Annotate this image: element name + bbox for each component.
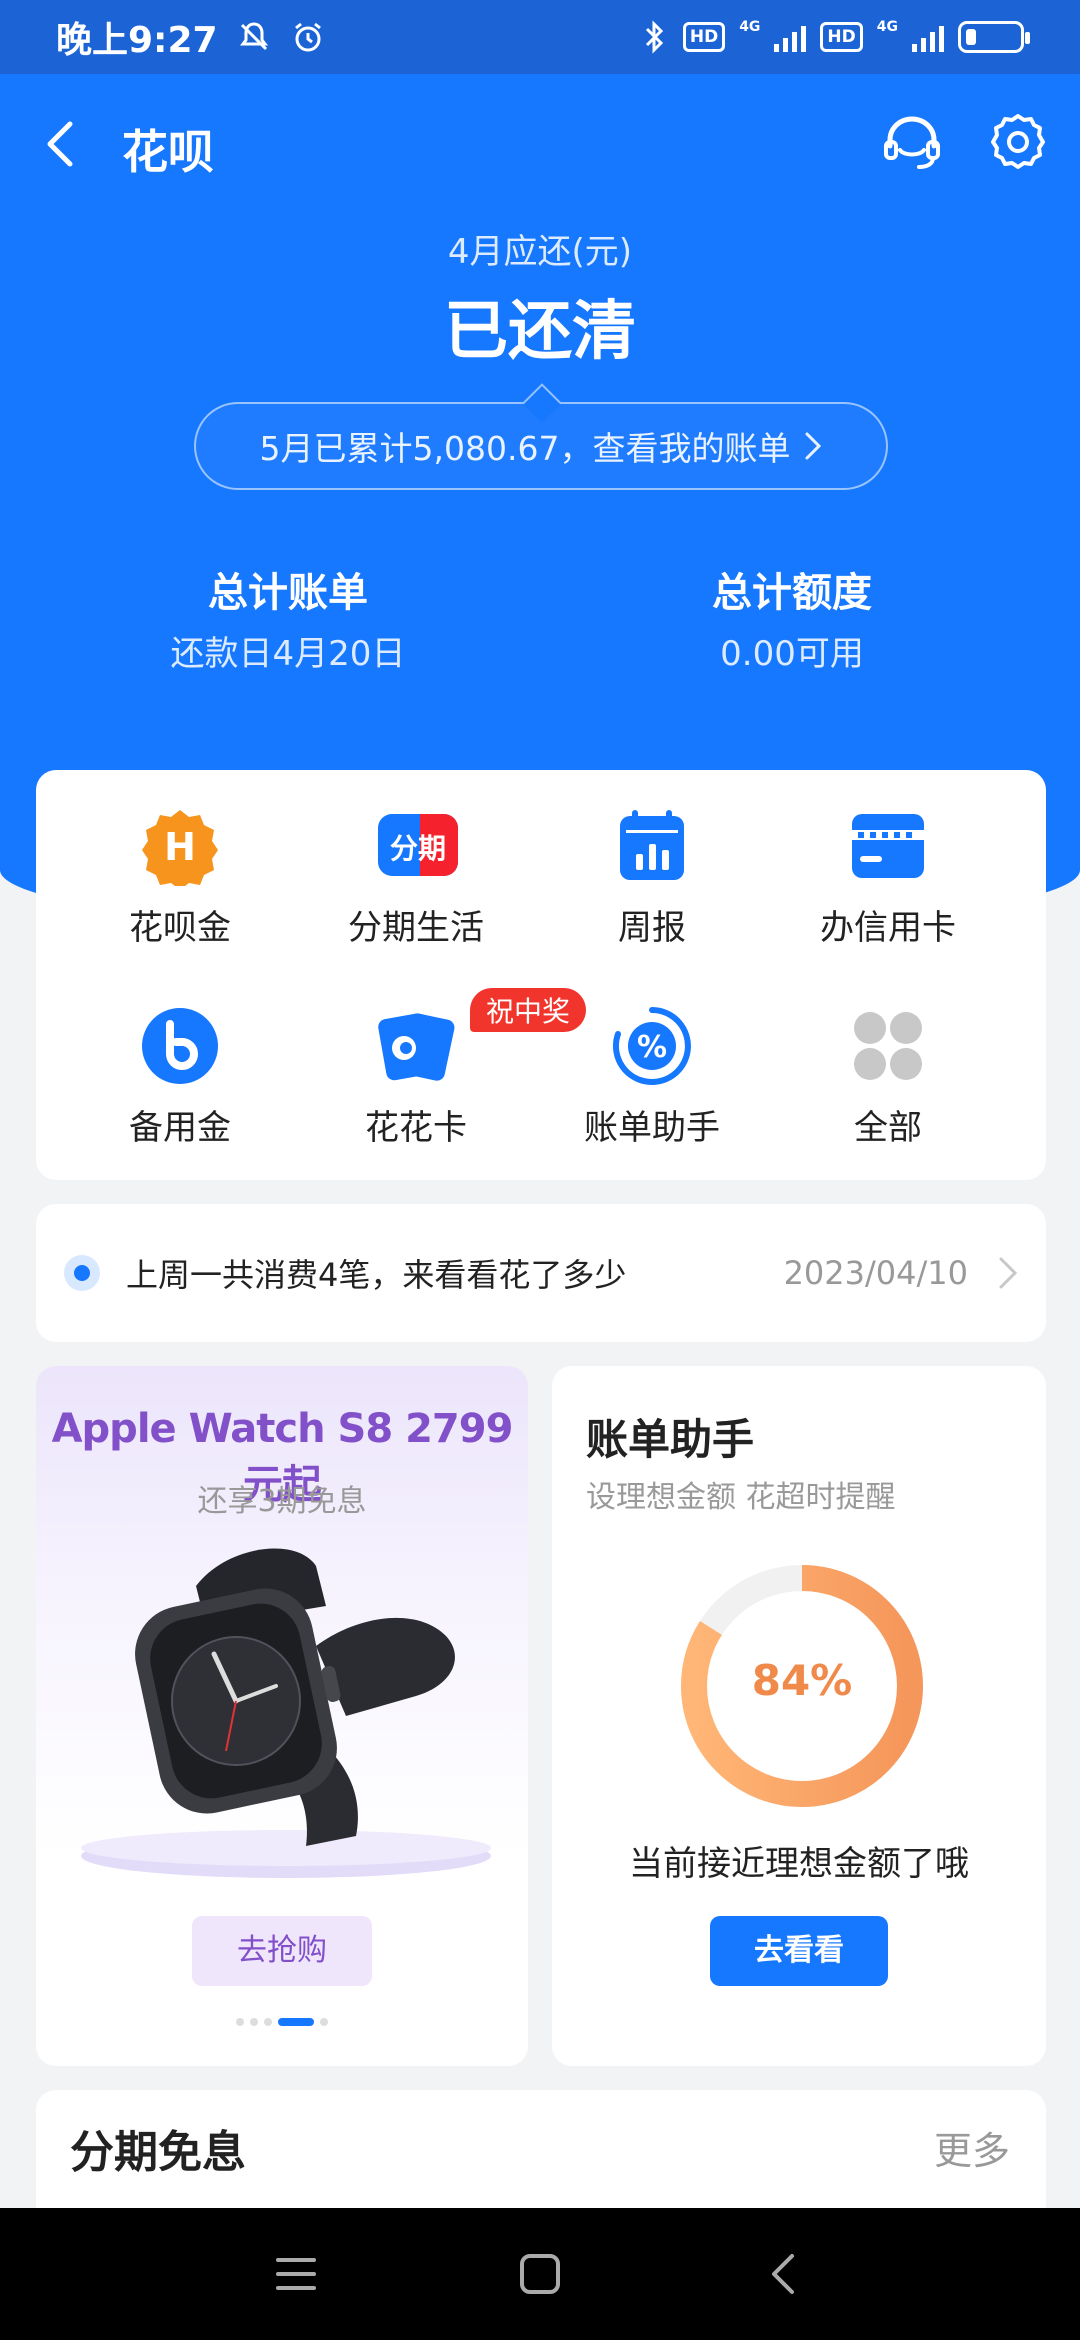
grid-label: 周报: [618, 908, 686, 948]
svg-text:H: H: [164, 825, 196, 869]
reserve-fund-icon: [142, 1008, 218, 1084]
helper-subtitle: 设理想金额 花超时提醒: [586, 1480, 896, 1515]
grid-label: 分期生活: [348, 908, 484, 948]
weekly-date: 2023/04/10: [783, 1254, 968, 1292]
total-bill-title: 总计账单: [208, 570, 368, 616]
bill-helper-icon: %: [613, 1007, 691, 1085]
grid-item-weekly-report[interactable]: 周报: [534, 806, 770, 976]
nav-bar: 花呗: [0, 104, 1080, 184]
progress-percent: 84%: [751, 1656, 853, 1705]
due-label: 4月应还(元): [447, 232, 633, 272]
home-square-icon[interactable]: [518, 2252, 562, 2296]
total-bill-sub: 还款日4月20日: [170, 634, 406, 674]
grid-item-all[interactable]: 全部: [770, 1006, 1006, 1176]
hd-badge: HD: [682, 22, 726, 52]
apple-watch-image: [81, 1548, 491, 1878]
alarm-icon: [294, 22, 321, 52]
prize-badge: 祝中奖: [470, 988, 587, 1032]
customer-service-icon[interactable]: [880, 110, 944, 174]
chevron-right-icon: [999, 1257, 1018, 1289]
bill-helper-card[interactable]: 账单助手 设理想金额 花超时提醒 84% 当前接近理想金额了哦 去看看: [552, 1366, 1046, 2066]
grid-item-huabei-gold[interactable]: H 花呗金: [62, 806, 298, 976]
more-link[interactable]: 更多: [934, 2120, 1010, 2175]
bluetooth-icon: [645, 20, 663, 54]
grid-item-installment[interactable]: 分期 分期生活: [298, 806, 534, 976]
weekly-report-icon: [620, 810, 684, 880]
total-limit-title: 总计额度: [712, 570, 872, 616]
total-limit[interactable]: 总计额度 0.00可用: [592, 560, 992, 675]
system-nav-bar: [0, 2208, 1080, 2340]
total-bill[interactable]: 总计账单 还款日4月20日: [88, 560, 488, 675]
due-status: 已还清: [444, 295, 636, 369]
hd-badge-2: HD: [820, 22, 863, 52]
battery-icon: [958, 21, 1030, 53]
weekly-notice[interactable]: 上周一共消费4笔，来看看花了多少 2023/04/10: [36, 1204, 1046, 1342]
credit-card-icon: [852, 814, 924, 878]
huabei-gold-icon: H: [142, 810, 218, 890]
grid-label: 办信用卡: [820, 908, 956, 948]
summary-header: 花呗 4月应还(元) 已还清 5月已累计5,080.67，查看我的账单 总计账单…: [0, 74, 1080, 934]
network-type-2: 4G: [876, 19, 898, 35]
status-bar: 晚上9:27 HD 4G HD 4G: [0, 0, 1080, 74]
chevron-right-icon: [805, 432, 822, 460]
network-type: 4G: [739, 19, 761, 35]
all-apps-icon: [854, 1012, 922, 1080]
signal-icon-2: [912, 22, 944, 52]
signal-icon: [774, 22, 807, 52]
installment-icon: 分期: [378, 814, 458, 876]
carousel-dots: [36, 2018, 528, 2026]
promo-buy-button[interactable]: 去抢购: [192, 1916, 372, 1986]
grid-item-reserve-fund[interactable]: 备用金: [62, 1006, 298, 1176]
total-limit-sub: 0.00可用: [720, 634, 864, 674]
back-triangle-icon[interactable]: [762, 2252, 806, 2296]
function-grid-card: H 花呗金 分期 分期生活 周报 办信用卡 备用金 花花卡 % 账单助手 全部 …: [36, 770, 1046, 1180]
mute-icon: [239, 22, 268, 51]
promo-subtitle: 还享3期免息: [197, 1484, 367, 1519]
view-bill-button[interactable]: 5月已累计5,080.67，查看我的账单: [194, 402, 888, 490]
helper-message: 当前接近理想金额了哦: [629, 1844, 969, 1884]
menu-icon[interactable]: [274, 2252, 318, 2296]
grid-item-credit-card[interactable]: 办信用卡: [770, 806, 1006, 976]
promo-card[interactable]: Apple Watch S8 2799元起 还享3期免息 去抢购: [36, 1366, 528, 2066]
grid-label: 备用金: [129, 1108, 231, 1148]
grid-label: 花花卡: [365, 1108, 467, 1148]
section-title: 分期免息: [70, 2127, 246, 2178]
settings-gear-icon[interactable]: [986, 110, 1050, 174]
svg-text:分期: 分期: [390, 832, 446, 865]
back-arrow-icon[interactable]: [40, 118, 84, 170]
huahua-card-icon: [378, 1013, 455, 1081]
helper-title: 账单助手: [586, 1415, 755, 1464]
notice-dot-icon: [64, 1255, 100, 1291]
grid-item-bill-helper[interactable]: % 账单助手: [534, 1006, 770, 1176]
status-time: 晚上9:27: [56, 20, 218, 61]
svg-text:%: %: [637, 1030, 667, 1065]
go-check-button[interactable]: 去看看: [710, 1916, 888, 1986]
grid-label: 花呗金: [129, 908, 231, 948]
grid-label: 账单助手: [584, 1108, 720, 1148]
grid-label: 全部: [854, 1108, 922, 1148]
weekly-text: 上周一共消费4笔，来看看花了多少: [126, 1256, 627, 1294]
page-title: 花呗: [122, 125, 214, 179]
view-bill-text: 5月已累计5,080.67，查看我的账单: [259, 429, 791, 468]
